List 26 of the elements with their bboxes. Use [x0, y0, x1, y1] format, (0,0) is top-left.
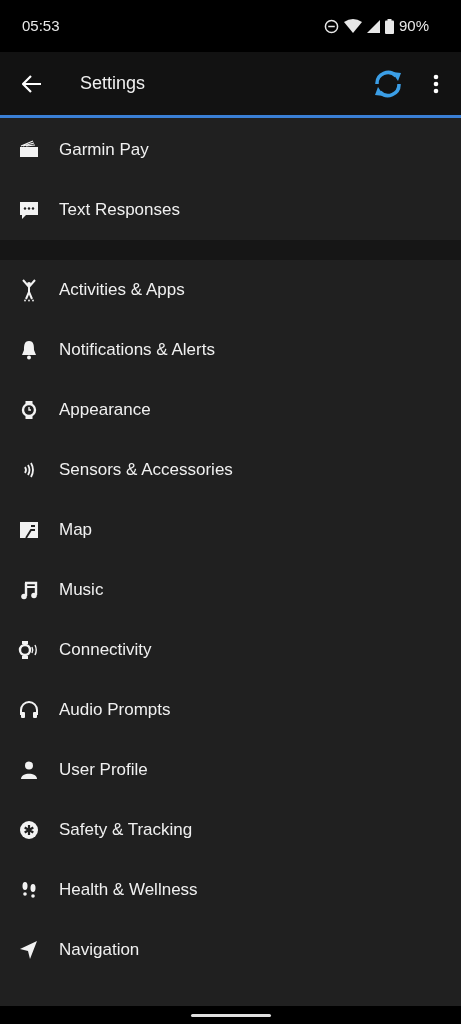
settings-item[interactable]: Map: [0, 500, 461, 560]
settings-item[interactable]: User Profile: [0, 740, 461, 800]
settings-item[interactable]: Text Responses: [0, 180, 461, 240]
settings-item[interactable]: Music: [0, 560, 461, 620]
signal-icon: [366, 19, 380, 33]
more-vertical-icon: [433, 73, 439, 94]
settings-item[interactable]: Safety & Tracking: [0, 800, 461, 860]
status-time: 05:53: [22, 15, 60, 36]
settings-item[interactable]: Appearance: [0, 380, 461, 440]
sync-icon: [372, 68, 404, 99]
settings-item[interactable]: Sensors & Accessories: [0, 440, 461, 500]
battery-icon: [384, 18, 394, 34]
asterisk-circle-icon: [17, 818, 41, 842]
settings-item[interactable]: Connectivity: [0, 620, 461, 680]
back-arrow-icon: [22, 74, 42, 93]
settings-item[interactable]: Audio Prompts: [0, 680, 461, 740]
settings-item[interactable]: Notifications & Alerts: [0, 320, 461, 380]
settings-item[interactable]: Health & Wellness: [0, 860, 461, 920]
toolbar-title: Settings: [80, 72, 147, 95]
home-indicator[interactable]: [190, 1014, 271, 1017]
battery-percentage: 90%: [398, 15, 429, 36]
settings-item[interactable]: Garmin Pay: [0, 120, 461, 180]
settings-item[interactable]: Activities & Apps: [0, 260, 461, 320]
wifi-icon: [343, 19, 362, 33]
do-not-disturb-icon: [323, 18, 339, 34]
settings-item[interactable]: Navigation: [0, 920, 461, 980]
